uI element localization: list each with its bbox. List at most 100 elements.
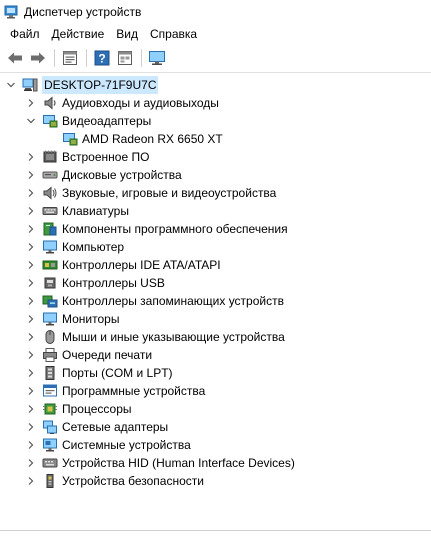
tree-category[interactable]: Мониторы xyxy=(0,310,431,328)
arrow-right-icon xyxy=(31,52,45,64)
ide-controller-icon xyxy=(42,260,58,270)
tree-category[interactable]: Дисковые устройства xyxy=(0,166,431,184)
view-button[interactable] xyxy=(114,47,136,69)
tree-category[interactable]: Устройства безопасности xyxy=(0,472,431,490)
properties-icon xyxy=(63,51,77,65)
display-adapter-icon xyxy=(43,115,58,128)
device-manager-app-icon xyxy=(4,5,18,19)
menu-view[interactable]: Вид xyxy=(110,25,144,43)
tree-item-label: Видеоадаптеры xyxy=(62,114,152,128)
chevron-right-icon[interactable] xyxy=(26,440,36,450)
svg-text:?: ? xyxy=(98,52,105,66)
back-button[interactable] xyxy=(4,47,26,69)
chevron-right-icon[interactable] xyxy=(26,368,36,378)
chevron-right-icon[interactable] xyxy=(26,206,36,216)
chevron-right-icon[interactable] xyxy=(26,188,36,198)
computer-name-label: DESKTOP-71F9U7C xyxy=(42,76,159,94)
chevron-right-icon[interactable] xyxy=(26,350,36,360)
network-adapter-icon xyxy=(43,420,57,434)
scan-hardware-button[interactable] xyxy=(146,47,168,69)
chevron-right-icon[interactable] xyxy=(26,296,36,306)
tree-category[interactable]: Компоненты программного обеспечения xyxy=(0,220,431,238)
tree-category[interactable]: Клавиатуры xyxy=(0,202,431,220)
menu-bar: Файл Действие Вид Справка xyxy=(0,24,431,44)
properties-button[interactable] xyxy=(59,47,81,69)
tree-category[interactable]: Аудиовходы и аудиовыходы xyxy=(0,94,431,112)
tree-item-label: Звуковые, игровые и видеоустройства xyxy=(62,186,277,200)
chevron-right-icon[interactable] xyxy=(26,386,36,396)
tree-category[interactable]: Видеоадаптеры xyxy=(0,112,431,130)
tree-category[interactable]: Программные устройства xyxy=(0,382,431,400)
toolbar-separator xyxy=(86,49,87,67)
tree-category[interactable]: Контроллеры USB xyxy=(0,274,431,292)
tree-category[interactable]: Очереди печати xyxy=(0,346,431,364)
tree-item-label: Контроллеры USB xyxy=(62,276,165,290)
chevron-right-icon[interactable] xyxy=(26,458,36,468)
tree-category[interactable]: Контроллеры запоминающих устройств xyxy=(0,292,431,310)
tree-item-label: Компьютер xyxy=(62,240,125,254)
chevron-right-icon[interactable] xyxy=(26,224,36,234)
tree-item-label: Программные устройства xyxy=(62,384,206,398)
chevron-down-icon[interactable] xyxy=(6,80,16,90)
tree-item-label: Контроллеры IDE ATA/ATAPI xyxy=(62,258,221,272)
window-bottom-border xyxy=(0,530,431,531)
forward-button[interactable] xyxy=(27,47,49,69)
chevron-right-icon[interactable] xyxy=(26,476,36,486)
tree-item-label: Контроллеры запоминающих устройств xyxy=(62,294,284,308)
tree-category[interactable]: Звуковые, игровые и видеоустройства xyxy=(0,184,431,202)
menu-action[interactable]: Действие xyxy=(46,25,111,43)
menu-help[interactable]: Справка xyxy=(144,25,203,43)
chevron-right-icon[interactable] xyxy=(26,404,36,414)
toolbar-divider xyxy=(0,72,431,73)
keyboard-icon xyxy=(42,207,58,215)
processor-icon xyxy=(43,403,57,415)
tree-device[interactable]: AMD Radeon RX 6650 XT xyxy=(0,130,431,148)
storage-controller-icon xyxy=(42,295,58,308)
toolbar: ? xyxy=(0,46,431,70)
chevron-right-icon[interactable] xyxy=(26,278,36,288)
tree-item-label: Мониторы xyxy=(62,312,120,326)
tree-item-label: Очереди печати xyxy=(62,348,153,362)
tree-category[interactable]: Контроллеры IDE ATA/ATAPI xyxy=(0,256,431,274)
software-device-icon xyxy=(43,384,57,397)
tree-item-label: Клавиатуры xyxy=(62,204,129,218)
disk-drive-icon xyxy=(42,171,58,179)
chevron-down-icon[interactable] xyxy=(26,116,36,126)
chevron-right-icon[interactable] xyxy=(26,314,36,324)
chevron-right-icon[interactable] xyxy=(26,260,36,270)
chevron-right-icon[interactable] xyxy=(26,242,36,252)
tree-item-label: Сетевые адаптеры xyxy=(62,420,169,434)
tree-item-label: Компоненты программного обеспечения xyxy=(62,222,288,236)
chevron-right-icon[interactable] xyxy=(26,332,36,342)
chevron-right-icon[interactable] xyxy=(26,152,36,162)
chevron-right-icon[interactable] xyxy=(26,98,36,108)
help-icon: ? xyxy=(94,50,110,66)
usb-icon xyxy=(44,277,56,289)
tree-category[interactable]: Устройства HID (Human Interface Devices) xyxy=(0,454,431,472)
tree-item-label: Дисковые устройства xyxy=(62,168,182,182)
menu-file[interactable]: Файл xyxy=(4,25,46,43)
mouse-icon xyxy=(45,330,55,344)
help-button[interactable]: ? xyxy=(91,47,113,69)
chevron-right-icon[interactable] xyxy=(26,422,36,432)
tree-item-label: Процессоры xyxy=(62,402,132,416)
chevron-right-icon[interactable] xyxy=(26,170,36,180)
toolbar-separator xyxy=(141,49,142,67)
tree-category[interactable]: Системные устройства xyxy=(0,436,431,454)
tree-category[interactable]: Встроенное ПО xyxy=(0,148,431,166)
tree-item-label: Системные устройства xyxy=(62,438,191,452)
sound-icon xyxy=(43,186,57,200)
tree-item-label: AMD Radeon RX 6650 XT xyxy=(82,132,223,146)
printer-icon xyxy=(43,348,57,362)
tree-category[interactable]: Порты (COM и LPT) xyxy=(0,364,431,382)
view-icon xyxy=(118,51,132,65)
tree-root[interactable]: DESKTOP-71F9U7C xyxy=(0,76,431,94)
port-icon xyxy=(45,366,55,380)
computer-icon xyxy=(22,78,38,92)
tree-category[interactable]: Процессоры xyxy=(0,400,431,418)
tree-category[interactable]: Сетевые адаптеры xyxy=(0,418,431,436)
tree-item-label: Устройства HID (Human Interface Devices) xyxy=(62,456,295,470)
tree-category[interactable]: Мыши и иные указывающие устройства xyxy=(0,328,431,346)
tree-category[interactable]: Компьютер xyxy=(0,238,431,256)
software-component-icon xyxy=(43,222,57,236)
